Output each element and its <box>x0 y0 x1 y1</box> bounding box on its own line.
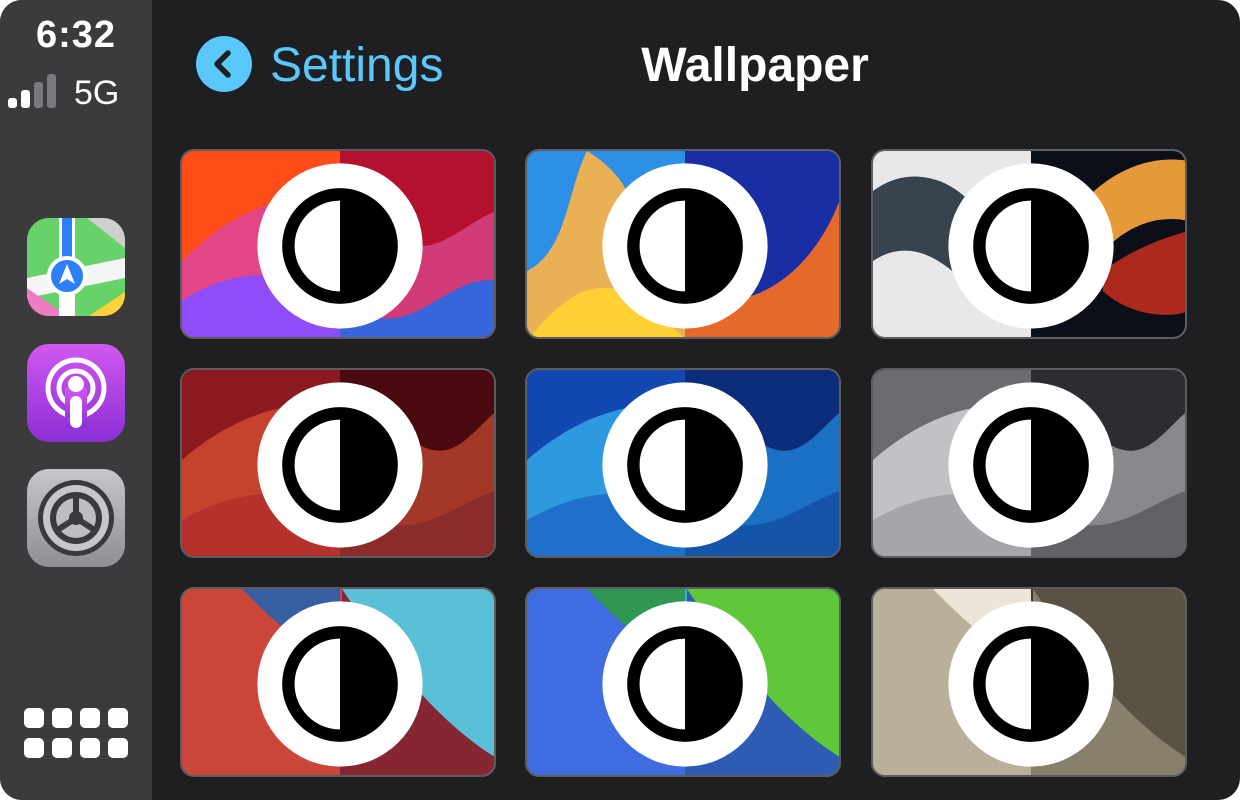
maps-app-button[interactable] <box>27 218 125 316</box>
status-signal: 5G <box>8 74 148 112</box>
podcasts-icon <box>27 344 125 442</box>
settings-gear-icon <box>27 469 125 567</box>
appearance-mode-icon <box>602 601 768 767</box>
appearance-mode-icon <box>602 382 768 548</box>
appearance-mode-icon <box>948 601 1114 767</box>
wallpaper-tile[interactable] <box>871 587 1187 777</box>
back-button[interactable]: Settings <box>196 34 496 94</box>
page-title: Wallpaper <box>641 39 869 92</box>
podcasts-app-button[interactable] <box>27 344 125 442</box>
settings-app-button[interactable] <box>27 469 125 567</box>
signal-strength-icon <box>8 74 68 110</box>
app-grid-button[interactable] <box>24 706 128 762</box>
sidebar: 6:32 5G <box>0 0 152 800</box>
back-label: Settings <box>270 39 444 92</box>
appearance-mode-icon <box>257 382 423 548</box>
wallpaper-tile[interactable] <box>871 149 1187 339</box>
wallpaper-tile[interactable] <box>525 368 841 558</box>
network-type: 5G <box>74 74 120 112</box>
appearance-mode-icon <box>257 163 423 329</box>
appearance-mode-icon <box>948 163 1114 329</box>
status-time: 6:32 <box>35 14 117 56</box>
maps-icon <box>27 218 125 316</box>
wallpaper-tile[interactable] <box>525 149 841 339</box>
wallpaper-tile[interactable] <box>180 149 496 339</box>
wallpaper-tile[interactable] <box>180 587 496 777</box>
appearance-mode-icon <box>257 601 423 767</box>
appearance-mode-icon <box>602 163 768 329</box>
carplay-screen: 6:32 5G Settings Wallpaper <box>0 0 1240 800</box>
appearance-mode-icon <box>948 382 1114 548</box>
wallpaper-tile[interactable] <box>180 368 496 558</box>
wallpaper-tile[interactable] <box>871 368 1187 558</box>
back-chevron-icon <box>196 36 252 92</box>
carplay-frame: 6:32 5G Settings Wallpaper <box>0 0 1240 800</box>
wallpaper-tile[interactable] <box>525 587 841 777</box>
